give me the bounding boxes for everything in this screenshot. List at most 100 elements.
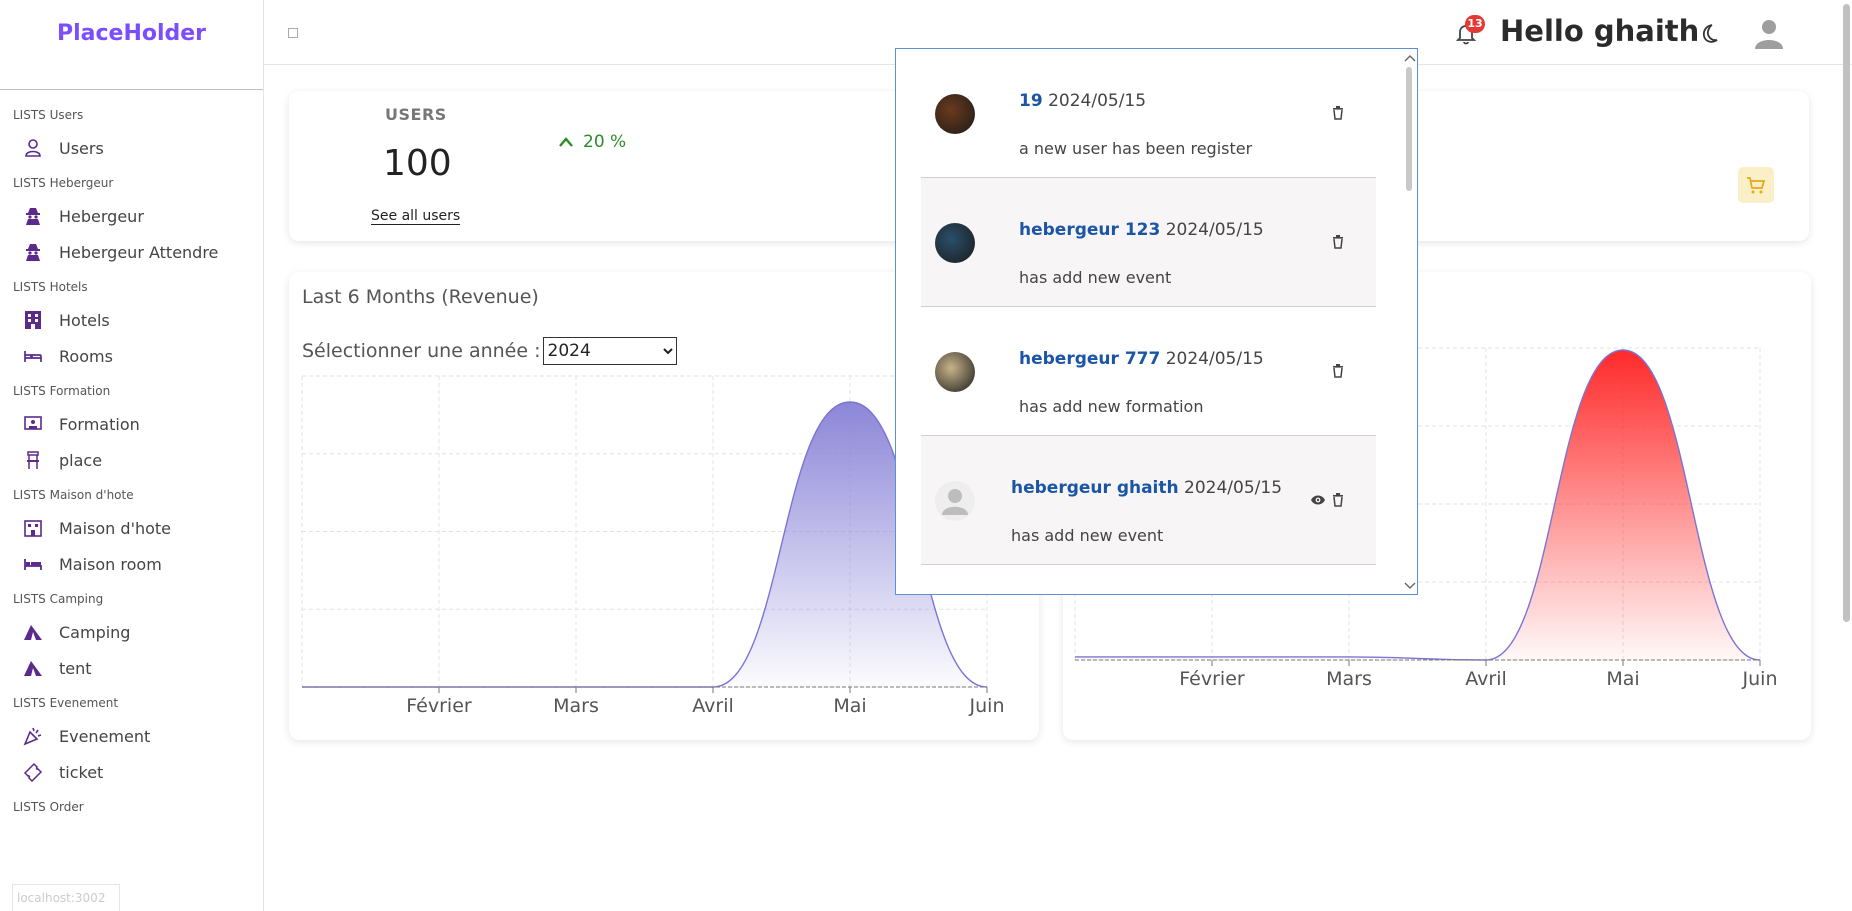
notification-date: 2024/05/15 bbox=[1160, 349, 1264, 369]
notification-avatar bbox=[935, 481, 975, 521]
stat-value: 100 bbox=[383, 143, 452, 184]
sidebar-item-label: Users bbox=[59, 138, 104, 158]
x-tick-label: Février bbox=[406, 695, 472, 717]
notification-actions bbox=[1330, 363, 1346, 379]
sidebar-item-label: Camping bbox=[59, 622, 131, 642]
section-title-evenement: LISTS Evenement bbox=[13, 696, 119, 710]
sidebar-item-hebergeur-attendre[interactable]: Hebergeur Attendre bbox=[13, 234, 263, 270]
sidebar-item-place[interactable]: place bbox=[13, 442, 263, 478]
moon-icon bbox=[1702, 24, 1718, 43]
notification-header: hebergeur 777 2024/05/15 bbox=[1019, 349, 1264, 369]
area-fill bbox=[302, 402, 987, 687]
notification-header: 19 2024/05/15 bbox=[1019, 91, 1146, 111]
trash-icon[interactable] bbox=[1330, 363, 1346, 379]
notification-item[interactable]: hebergeur ghaith 2024/05/15 has add new e… bbox=[921, 436, 1376, 565]
x-tick-label: Mai bbox=[833, 695, 866, 717]
sidebar-item-formation[interactable]: Formation bbox=[13, 406, 263, 442]
chevron-down-icon[interactable] bbox=[1401, 580, 1418, 592]
chair-icon bbox=[19, 450, 47, 470]
section-title-maison: LISTS Maison d'hote bbox=[13, 488, 134, 502]
sidebar-item-evenement[interactable]: Evenement bbox=[13, 718, 263, 754]
notification-actions bbox=[1330, 105, 1346, 121]
sidebar-item-label: Evenement bbox=[59, 726, 151, 746]
notification-item[interactable]: hebergeur 123 2024/05/15 has add new even… bbox=[921, 178, 1376, 307]
brand-name[interactable]: PlaceHolder bbox=[57, 21, 206, 46]
status-url-tag: localhost:3002 bbox=[12, 884, 120, 911]
sidebar-menu: LISTS Users Users LISTS Hebergeur Heberg… bbox=[0, 90, 263, 814]
spy-icon bbox=[19, 242, 47, 262]
avatar-icon bbox=[1755, 20, 1783, 49]
notification-actions bbox=[1330, 234, 1346, 250]
sidebar-item-users[interactable]: Users bbox=[13, 130, 263, 166]
notification-actions bbox=[1310, 492, 1346, 508]
notification-sender[interactable]: hebergeur 123 bbox=[1019, 220, 1160, 240]
brand-logo[interactable]: PlaceHolder bbox=[0, 0, 263, 90]
stat-title: USERS bbox=[385, 105, 447, 124]
sidebar-item-rooms[interactable]: Rooms bbox=[13, 338, 263, 374]
notification-avatar bbox=[935, 352, 975, 392]
sidebar-item-hebergeur[interactable]: Hebergeur bbox=[13, 198, 263, 234]
notification-sender[interactable]: hebergeur 777 bbox=[1019, 349, 1160, 369]
sidebar-toggle-button[interactable] bbox=[288, 28, 298, 38]
sidebar-item-label: place bbox=[59, 450, 103, 470]
tent-icon bbox=[19, 622, 47, 642]
sidebar-item-camping[interactable]: Camping bbox=[13, 614, 263, 650]
notification-message: has add new event bbox=[1011, 526, 1164, 545]
notification-sender[interactable]: hebergeur ghaith bbox=[1011, 478, 1179, 498]
notification-date: 2024/05/15 bbox=[1160, 220, 1264, 240]
x-tick-label: Avril bbox=[1465, 668, 1507, 690]
x-tick-label: Février bbox=[1179, 668, 1245, 690]
notification-dropdown: 19 2024/05/15 a new user has been registe… bbox=[895, 48, 1418, 595]
ticket-icon bbox=[19, 762, 47, 782]
trash-icon[interactable] bbox=[1330, 234, 1346, 250]
section-title-camping: LISTS Camping bbox=[13, 592, 104, 606]
notification-count-badge: 13 bbox=[1465, 15, 1485, 33]
spy-icon bbox=[19, 206, 47, 226]
notification-scrollbar[interactable] bbox=[1399, 49, 1418, 594]
notification-item[interactable]: 19 2024/05/15 a new user has been registe… bbox=[921, 49, 1376, 178]
notification-sender[interactable]: 19 bbox=[1019, 91, 1043, 111]
section-title-formation: LISTS Formation bbox=[13, 384, 111, 398]
cart-badge bbox=[1738, 167, 1774, 203]
house-icon bbox=[19, 518, 47, 538]
user-icon bbox=[19, 138, 47, 158]
notification-list: 19 2024/05/15 a new user has been registe… bbox=[921, 49, 1376, 565]
bed-icon bbox=[19, 554, 47, 574]
trash-icon[interactable] bbox=[1330, 492, 1346, 508]
sidebar-item-label: Maison d'hote bbox=[59, 518, 172, 538]
x-tick-label: Avril bbox=[692, 695, 734, 717]
notification-message: has add new event bbox=[1019, 268, 1172, 287]
theme-toggle-button[interactable] bbox=[1697, 22, 1721, 46]
greeting-text: Hello ghaith bbox=[1500, 14, 1700, 48]
trash-icon[interactable] bbox=[1330, 105, 1346, 121]
section-title-hebergeur: LISTS Hebergeur bbox=[13, 176, 114, 190]
cart-icon bbox=[1747, 177, 1766, 194]
sidebar-item-tent[interactable]: tent bbox=[13, 650, 263, 686]
bed-icon bbox=[19, 346, 47, 366]
eye-icon[interactable] bbox=[1310, 492, 1326, 508]
sidebar-item-hotels[interactable]: Hotels bbox=[13, 302, 263, 338]
x-tick-label: Mai bbox=[1606, 668, 1639, 690]
stat-change: 20 % bbox=[557, 132, 626, 152]
user-avatar-button[interactable] bbox=[1752, 16, 1786, 50]
x-tick-label: Juin bbox=[969, 695, 1005, 717]
page-scrollbar-thumb[interactable] bbox=[1843, 4, 1850, 622]
sidebar-item-label: Hebergeur Attendre bbox=[59, 242, 219, 262]
notification-header: hebergeur ghaith 2024/05/15 bbox=[1011, 478, 1282, 498]
see-all-users-link[interactable]: See all users bbox=[371, 208, 461, 225]
chevron-up-icon[interactable] bbox=[1401, 53, 1418, 65]
sidebar-item-maison-room[interactable]: Maison room bbox=[13, 546, 263, 582]
cast-icon bbox=[19, 414, 47, 434]
sidebar-item-ticket[interactable]: ticket bbox=[13, 754, 263, 790]
sidebar-item-maison-dhote[interactable]: Maison d'hote bbox=[13, 510, 263, 546]
notification-message: a new user has been register bbox=[1019, 139, 1253, 158]
page-scrollbar[interactable] bbox=[1840, 0, 1852, 911]
sidebar-item-label: Formation bbox=[59, 414, 140, 434]
sidebar-item-label: ticket bbox=[59, 762, 104, 782]
building-icon bbox=[19, 310, 47, 330]
notification-date: 2024/05/15 bbox=[1178, 478, 1283, 498]
scrollbar-thumb[interactable] bbox=[1406, 67, 1412, 191]
sidebar-item-label: Maison room bbox=[59, 554, 162, 574]
notification-item[interactable]: hebergeur 777 2024/05/15 has add new form… bbox=[921, 307, 1376, 436]
notification-header: hebergeur 123 2024/05/15 bbox=[1019, 220, 1264, 240]
